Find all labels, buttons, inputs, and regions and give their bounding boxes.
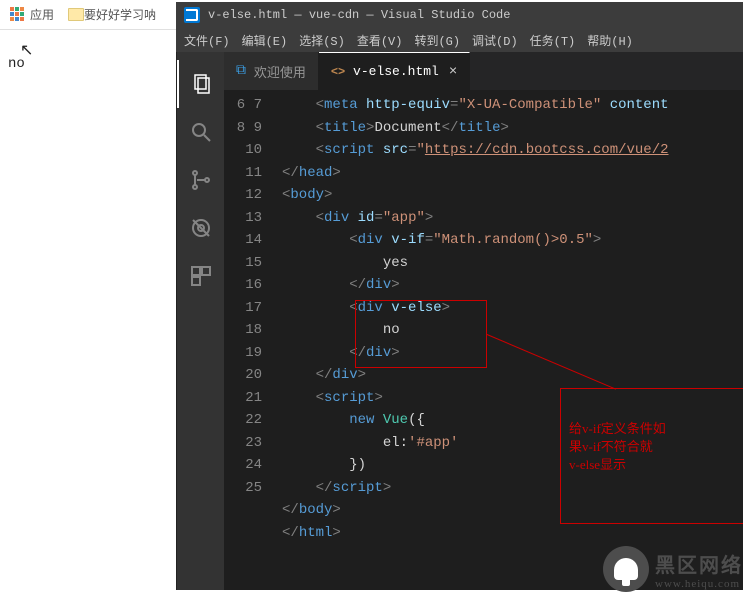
tab-welcome[interactable]: ⧉ 欢迎使用 [224, 52, 319, 90]
html-file-icon: <> [331, 65, 345, 79]
apps-icon [10, 7, 26, 23]
search-icon[interactable] [177, 108, 225, 156]
tab-file[interactable]: <> v-else.html × [319, 52, 470, 90]
annotation-line-3: v-else显示 [569, 456, 666, 474]
debug-icon[interactable] [177, 204, 225, 252]
menu-select[interactable]: 选择(S) [299, 32, 345, 49]
scm-icon[interactable] [177, 156, 225, 204]
bookmark-folder[interactable]: 要好好学习呐 [68, 6, 156, 23]
vscode-logo-icon [184, 7, 200, 23]
watermark-logo-icon [603, 546, 649, 592]
annotation-text: 给v-if定义条件如 果v-if不符合就 v-else显示 [569, 420, 666, 474]
vscode-titlebar[interactable]: v-else.html — vue-cdn — Visual Studio Co… [176, 2, 743, 28]
bookmark-folder-label: 要好好学习呐 [84, 6, 156, 23]
tab-file-label: v-else.html [353, 64, 439, 79]
line-numbers: 6 7 8 9 10 11 12 13 14 15 16 17 18 19 20… [224, 90, 278, 590]
folder-icon [68, 8, 84, 21]
menu-view[interactable]: 查看(V) [357, 32, 403, 49]
watermark-url: www.heiqu.com [655, 578, 743, 590]
menu-task[interactable]: 任务(T) [530, 32, 576, 49]
annotation-line-2: 果v-if不符合就 [569, 438, 666, 456]
menu-debug[interactable]: 调试(D) [472, 32, 518, 49]
window-title: v-else.html — vue-cdn — Visual Studio Co… [208, 8, 510, 22]
annotation-line-1: 给v-if定义条件如 [569, 420, 666, 438]
activity-bar [176, 52, 224, 590]
page-text: no [8, 56, 25, 72]
apps-label: 应用 [30, 6, 54, 23]
extensions-icon[interactable] [177, 252, 225, 300]
tab-welcome-label: 欢迎使用 [254, 62, 306, 81]
editor-area: ⧉ 欢迎使用 <> v-else.html × 6 7 8 9 10 11 12… [224, 52, 743, 590]
menu-file[interactable]: 文件(F) [184, 32, 230, 49]
menu-goto[interactable]: 转到(G) [414, 32, 460, 49]
vscode-tab-icon: ⧉ [236, 63, 246, 79]
watermark: 黑区网络 www.heiqu.com [603, 546, 743, 592]
close-icon[interactable]: × [449, 64, 457, 80]
editor-tabs: ⧉ 欢迎使用 <> v-else.html × [224, 52, 743, 90]
explorer-icon[interactable] [177, 60, 225, 108]
code-editor[interactable]: <meta http-equiv="X-UA-Compatible" conte… [278, 90, 743, 590]
menu-edit[interactable]: 编辑(E) [242, 32, 288, 49]
vscode-window: v-else.html — vue-cdn — Visual Studio Co… [176, 2, 743, 590]
watermark-title: 黑区网络 [655, 549, 743, 578]
vscode-menubar: 文件(F) 编辑(E) 选择(S) 查看(V) 转到(G) 调试(D) 任务(T… [176, 28, 743, 52]
menu-help[interactable]: 帮助(H) [587, 32, 633, 49]
apps-shortcut[interactable]: 应用 [10, 6, 54, 23]
rendered-page-output: no [8, 56, 25, 72]
